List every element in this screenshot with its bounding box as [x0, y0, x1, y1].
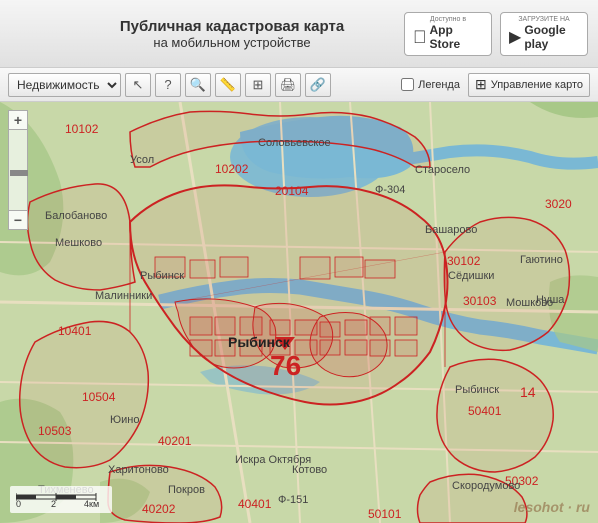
toolbar: Недвижимость ↖ ? 🔍 📏 ⊞ 🖨 🔗 Легенда ⊞ Упр…	[0, 68, 598, 102]
zoom-controls: + −	[8, 110, 28, 230]
info-btn[interactable]: ?	[155, 73, 181, 97]
header: Публичная кадастровая карта на мобильном…	[0, 0, 598, 68]
svg-text:0: 0	[16, 499, 21, 507]
googleplay-name: Google play	[524, 23, 579, 51]
cursor-btn[interactable]: ↖	[125, 73, 151, 97]
link-btn[interactable]: 🔗	[305, 73, 331, 97]
svg-text:2: 2	[51, 499, 56, 507]
svg-text:4км: 4км	[84, 499, 99, 507]
search-btn[interactable]: 🔍	[185, 73, 211, 97]
appstore-sub: Доступно в	[430, 16, 466, 23]
manage-map-btn[interactable]: ⊞ Управление карто	[468, 73, 590, 97]
title-line2: на мобильном устройстве	[60, 35, 404, 50]
zoom-in-btn[interactable]: +	[8, 110, 28, 130]
header-title: Публичная кадастровая карта на мобильном…	[60, 18, 404, 50]
toolbar-right: Легенда ⊞ Управление карто	[401, 73, 590, 97]
legend-label: Легенда	[418, 79, 460, 91]
legend-toggle[interactable]: Легенда	[401, 78, 460, 91]
googleplay-sub: ЗАГРУЗИТЕ НА	[518, 16, 569, 23]
grid-icon: ⊞	[475, 76, 487, 93]
play-icon: ▶	[509, 27, 521, 47]
print-btn[interactable]: 🖨	[275, 73, 301, 97]
zoom-slider[interactable]	[8, 130, 28, 210]
title-line1: Публичная кадастровая карта	[60, 18, 404, 35]
measure-btn[interactable]: 📏	[215, 73, 241, 97]
appstore-badge[interactable]: Доступно в  App Store	[404, 12, 492, 56]
zoom-out-btn[interactable]: −	[8, 210, 28, 230]
apple-icon: 	[413, 27, 427, 48]
map-terrain	[0, 102, 598, 523]
scale-bar: 0 2 4км	[10, 486, 112, 513]
watermark: lesohot · ru	[514, 499, 590, 515]
googleplay-badge[interactable]: ЗАГРУЗИТЕ НА ▶ Google play	[500, 12, 588, 56]
appstore-name: App Store	[430, 23, 484, 51]
app-badges: Доступно в  App Store ЗАГРУЗИТЕ НА ▶ Go…	[404, 12, 588, 56]
map[interactable]: 10102 Усол Соловьевское 10202 20104 Ф-30…	[0, 102, 598, 523]
property-select[interactable]: Недвижимость	[8, 73, 121, 97]
zoom-thumb	[10, 170, 28, 176]
legend-checkbox[interactable]	[401, 78, 414, 91]
ruler-btn[interactable]: ⊞	[245, 73, 271, 97]
manage-label: Управление карто	[491, 79, 583, 91]
scale-svg: 0 2 4км	[16, 489, 106, 507]
